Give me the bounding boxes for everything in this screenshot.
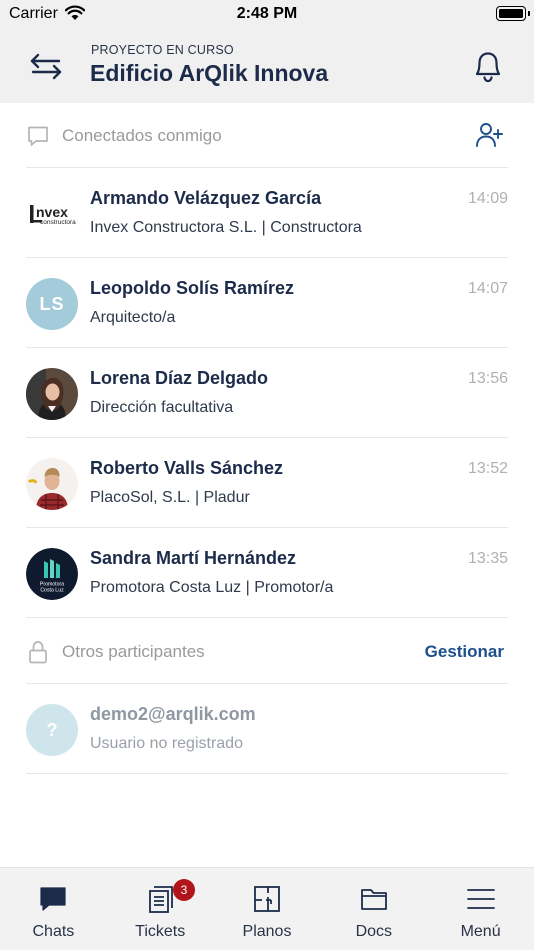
contact-time: 13:56 xyxy=(467,370,508,387)
others-section-label: Otros participantes xyxy=(62,642,205,661)
contact-subtitle: Dirección facultativa xyxy=(90,399,234,416)
connected-section-header: Conectados conmigo xyxy=(26,104,508,168)
tab-bar: Chats 3 Tickets Planos Docs Menú xyxy=(0,867,534,950)
tab-menu[interactable]: Menú xyxy=(427,868,534,950)
contact-time: 13:35 xyxy=(467,550,508,567)
others-section-header: Otros participantes Gestionar xyxy=(26,620,508,684)
hamburger-icon xyxy=(466,889,495,909)
connected-section-label: Conectados conmigo xyxy=(62,126,222,145)
contact-subtitle: Arquitecto/a xyxy=(90,309,176,326)
project-title[interactable]: Edificio ArQlik Innova xyxy=(90,60,328,87)
invex-logo: nvex constructora xyxy=(26,188,78,240)
project-kicker: PROYECTO EN CURSO xyxy=(91,43,234,57)
contact-name: Armando Velázquez García xyxy=(90,188,322,208)
tab-planos[interactable]: Planos xyxy=(214,868,321,950)
avatar-unknown: ? xyxy=(26,704,78,756)
bell-icon[interactable] xyxy=(470,46,506,86)
contact-row[interactable]: Roberto Valls Sánchez PlacoSol, S.L. | P… xyxy=(26,438,508,528)
contact-row[interactable]: LS Leopoldo Solís Ramírez Arquitecto/a 1… xyxy=(26,258,508,348)
floorplan-icon xyxy=(254,886,280,912)
promotora-logo: Promotora Costa Luz xyxy=(26,548,78,600)
contact-name: Roberto Valls Sánchez xyxy=(90,458,284,478)
contact-name: Leopoldo Solís Ramírez xyxy=(90,278,295,298)
avatar-photo xyxy=(26,458,78,510)
tab-tickets[interactable]: 3 Tickets xyxy=(107,868,214,950)
promotora-logo-line2: Costa Luz xyxy=(40,588,64,594)
participant-status: Usuario no registrado xyxy=(90,735,243,752)
unregistered-participant-row[interactable]: ? demo2@arqlik.com Usuario no registrado xyxy=(26,684,508,774)
avatar-photo xyxy=(26,368,78,420)
contact-name: Sandra Martí Hernández xyxy=(90,548,297,568)
status-bar: Carrier 2:48 PM xyxy=(0,0,534,28)
clock: 2:48 PM xyxy=(236,5,298,22)
folder-icon xyxy=(360,889,387,910)
tab-docs-label: Docs xyxy=(355,923,393,940)
contact-time: 13:52 xyxy=(467,460,508,477)
contact-row[interactable]: nvex constructora Armando Velázquez Garc… xyxy=(26,168,508,258)
chat-bubble-icon xyxy=(40,887,66,911)
add-user-icon[interactable] xyxy=(474,120,504,150)
lock-icon xyxy=(29,641,47,664)
participant-email: demo2@arqlik.com xyxy=(90,704,256,724)
project-header: PROYECTO EN CURSO Edificio ArQlik Innova xyxy=(0,28,534,103)
contact-name: Lorena Díaz Delgado xyxy=(90,368,269,388)
contact-time: 14:09 xyxy=(467,190,508,207)
invex-logo-text: nvex xyxy=(36,204,68,220)
battery-icon xyxy=(496,6,530,21)
contact-subtitle: Promotora Costa Luz | Promotor/a xyxy=(90,579,334,596)
tab-chats[interactable]: Chats xyxy=(0,868,107,950)
contact-subtitle: PlacoSol, S.L. | Pladur xyxy=(90,489,250,506)
tab-menu-label: Menú xyxy=(460,923,501,940)
avatar-initials: LS xyxy=(26,278,78,330)
tickets-icon xyxy=(149,886,174,913)
chat-outline-icon xyxy=(28,126,48,146)
tickets-badge: 3 xyxy=(173,879,195,901)
switch-project-icon[interactable] xyxy=(26,46,66,86)
tab-tickets-label: Tickets xyxy=(135,923,186,940)
tab-chats-label: Chats xyxy=(32,923,75,940)
tab-docs[interactable]: Docs xyxy=(320,868,427,950)
contact-row[interactable]: Promotora Costa Luz Sandra Martí Hernánd… xyxy=(26,528,508,618)
contact-subtitle: Invex Constructora S.L. | Constructora xyxy=(90,219,362,236)
contact-time: 14:07 xyxy=(467,280,508,297)
invex-logo-sub: constructora xyxy=(40,219,76,226)
manage-participants-link[interactable]: Gestionar xyxy=(425,642,504,662)
tab-planos-label: Planos xyxy=(242,923,292,940)
contact-row[interactable]: Lorena Díaz Delgado Dirección facultativ… xyxy=(26,348,508,438)
